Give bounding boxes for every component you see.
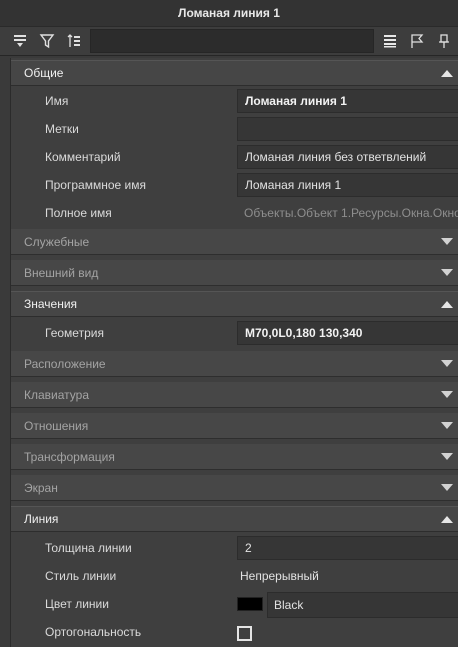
- expand-icon[interactable]: [441, 360, 453, 367]
- section-general-label: Общие: [24, 66, 64, 80]
- geometry-field[interactable]: M70,0L0,180 130,340: [237, 321, 458, 345]
- collapse-icon[interactable]: [441, 516, 453, 523]
- line-style-select[interactable]: Непрерывный: [237, 564, 458, 588]
- color-select[interactable]: Black: [267, 592, 458, 618]
- search-input[interactable]: [90, 29, 374, 53]
- property-label: Полное имя: [45, 206, 112, 220]
- section-screen-label: Экран: [24, 480, 58, 495]
- section-line-label: Линия: [24, 512, 59, 526]
- property-row-tags: Метки: [11, 115, 458, 143]
- property-panel: Общие Имя Ломаная линия 1 Метки Коммента…: [10, 58, 458, 647]
- property-row-full-name: Полное имя Объекты.Объект 1.Ресурсы.Окна…: [11, 199, 458, 227]
- section-transform[interactable]: Трансформация: [11, 444, 458, 470]
- property-row-geometry: Геометрия M70,0L0,180 130,340: [11, 319, 458, 347]
- property-label: Толщина линии: [45, 541, 132, 555]
- window-title: Ломаная линия 1: [0, 0, 458, 27]
- section-relations[interactable]: Отношения: [11, 413, 458, 439]
- section-location-label: Расположение: [24, 356, 106, 371]
- section-relations-label: Отношения: [24, 418, 89, 433]
- expand-icon[interactable]: [441, 391, 453, 398]
- filter-icon[interactable]: [35, 29, 59, 53]
- toolbar: [0, 27, 458, 56]
- section-screen[interactable]: Экран: [11, 475, 458, 501]
- property-row-program-name: Программное имя Ломаная линия 1: [11, 171, 458, 199]
- tags-field[interactable]: [237, 117, 458, 141]
- section-values[interactable]: Значения: [11, 291, 458, 317]
- name-field[interactable]: Ломаная линия 1: [237, 89, 458, 113]
- sort-tree-icon[interactable]: [62, 29, 86, 53]
- collapse-icon[interactable]: [441, 301, 453, 308]
- property-label: Геометрия: [45, 326, 104, 340]
- sort-down-icon[interactable]: [8, 29, 32, 53]
- property-label: Ортогональность: [45, 625, 142, 639]
- property-row-line-style: Стиль линии Непрерывный: [11, 562, 458, 590]
- section-line[interactable]: Линия: [11, 506, 458, 532]
- property-row-line-width: Толщина линии 2: [11, 534, 458, 562]
- program-name-field[interactable]: Ломаная линия 1: [237, 173, 458, 197]
- section-keyboard[interactable]: Клавиатура: [11, 382, 458, 408]
- flag-icon[interactable]: [405, 29, 429, 53]
- expand-icon[interactable]: [441, 422, 453, 429]
- property-label: Стиль линии: [45, 569, 117, 583]
- section-general[interactable]: Общие: [11, 60, 458, 86]
- property-row-name: Имя Ломаная линия 1: [11, 87, 458, 115]
- property-label: Цвет линии: [45, 597, 109, 611]
- orthogonality-checkbox[interactable]: [237, 626, 252, 641]
- color-swatch[interactable]: [237, 597, 263, 611]
- collapse-icon[interactable]: [441, 70, 453, 77]
- section-values-label: Значения: [24, 297, 78, 311]
- property-label: Метки: [45, 122, 79, 136]
- list-view-icon[interactable]: [378, 29, 402, 53]
- expand-icon[interactable]: [441, 238, 453, 245]
- section-transform-label: Трансформация: [24, 449, 115, 464]
- section-location[interactable]: Расположение: [11, 351, 458, 377]
- property-row-line-color: Цвет линии Black: [11, 590, 458, 618]
- section-service-label: Служебные: [24, 234, 90, 249]
- expand-icon[interactable]: [441, 453, 453, 460]
- property-label: Комментарий: [45, 150, 121, 164]
- property-label: Программное имя: [45, 178, 146, 192]
- property-label: Имя: [45, 94, 69, 108]
- comment-field[interactable]: Ломаная линия без ответвлений: [237, 145, 458, 169]
- expand-icon[interactable]: [441, 269, 453, 276]
- line-width-field[interactable]: 2: [237, 536, 458, 560]
- property-row-comment: Комментарий Ломаная линия без ответвлени…: [11, 143, 458, 171]
- section-keyboard-label: Клавиатура: [24, 387, 89, 402]
- section-appearance[interactable]: Внешний вид: [11, 260, 458, 286]
- expand-icon[interactable]: [441, 484, 453, 491]
- section-service[interactable]: Служебные: [11, 229, 458, 255]
- property-row-orthogonality: Ортогональность: [11, 618, 458, 646]
- section-appearance-label: Внешний вид: [24, 265, 99, 280]
- pin-icon[interactable]: [432, 29, 456, 53]
- full-name-value: Объекты.Объект 1.Ресурсы.Окна.Окно: [244, 206, 458, 220]
